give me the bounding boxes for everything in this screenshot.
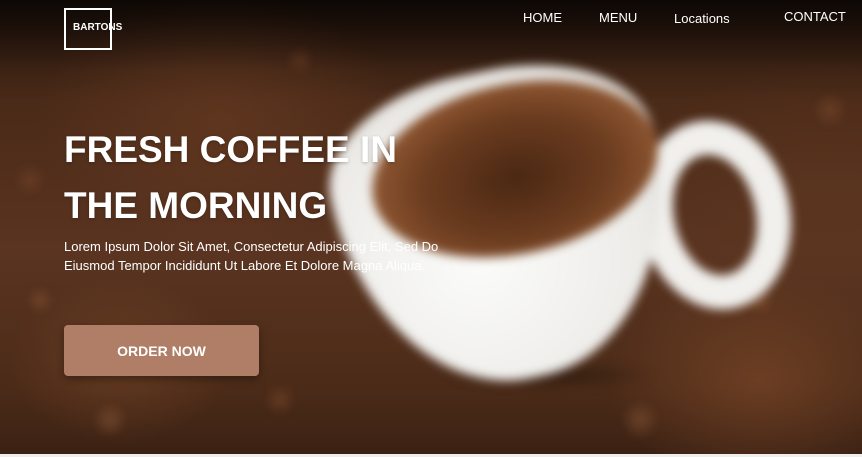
hero-headline-line-1: FRESH COFFEE IN (64, 129, 398, 170)
nav-link-menu[interactable]: MENU (599, 10, 637, 25)
logo-text[interactable]: BARTONS (73, 22, 122, 33)
nav-link-contact[interactable]: CONTACT (784, 9, 846, 24)
hero-headline: FRESH COFFEE IN THE MORNING (64, 122, 484, 234)
order-now-button[interactable]: ORDER NOW (64, 325, 259, 376)
header-shade (0, 0, 862, 70)
nav-link-locations[interactable]: Locations (674, 11, 730, 26)
hero-headline-line-2: THE MORNING (64, 185, 328, 226)
hero-subtext: Lorem Ipsum Dolor Sit Amet, Consectetur … (64, 239, 439, 273)
nav-link-home[interactable]: HOME (523, 10, 562, 25)
